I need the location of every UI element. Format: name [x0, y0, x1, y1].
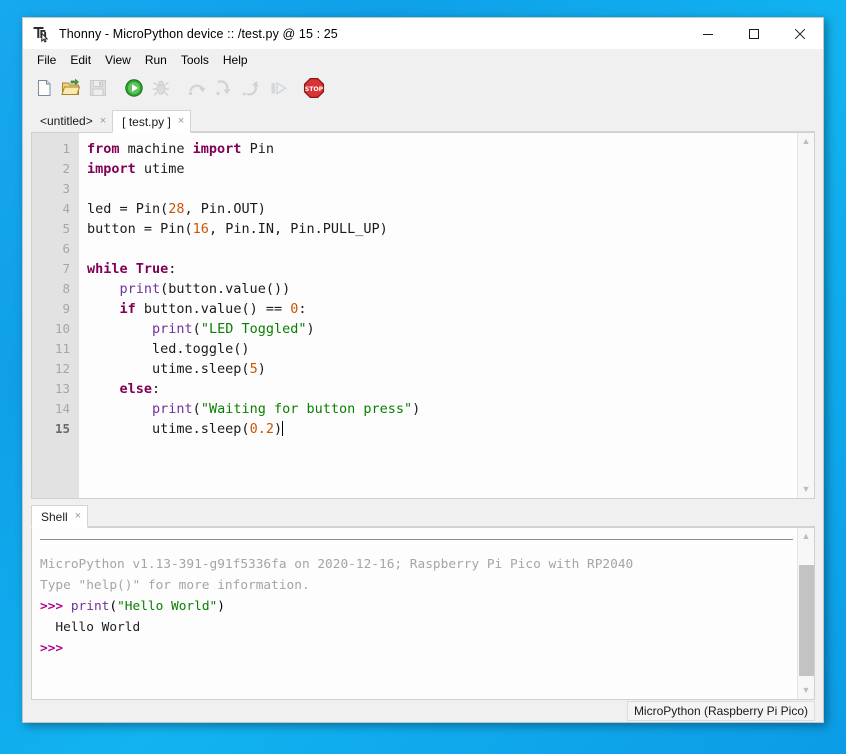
shell-line-command: >>> print("Hello World")	[40, 596, 797, 617]
code-line-9: if button.value() == 0:	[87, 299, 797, 319]
close-icon[interactable]: ×	[75, 511, 81, 522]
code-line-11: led.toggle()	[87, 339, 797, 359]
shell-line-output: Hello World	[40, 617, 797, 638]
code-line-4: led = Pin(28, Pin.OUT)	[87, 199, 797, 219]
stop-icon[interactable]: STOP	[301, 75, 326, 101]
menu-bar: File Edit View Run Tools Help	[23, 49, 823, 71]
code-editor-pane: 1 2 3 4 5 6 7 8 9 10 11 12 13 14 15 from…	[31, 132, 815, 499]
line-number-current: 15	[32, 419, 79, 439]
close-button[interactable]	[777, 19, 823, 49]
shell-line-prompt: >>>	[40, 638, 797, 659]
scroll-up-icon[interactable]: ▲	[798, 528, 815, 545]
shell-tabstrip: Shell ×	[31, 504, 815, 527]
code-line-14: print("Waiting for button press")	[87, 399, 797, 419]
minimize-button[interactable]	[685, 19, 731, 49]
close-icon[interactable]: ×	[178, 116, 184, 127]
shell-notebook: Shell × MicroPython v1.13-391-g91f5336fa…	[31, 504, 815, 700]
open-file-icon[interactable]	[58, 75, 83, 101]
code-line-3	[87, 179, 797, 199]
status-bar: MicroPython (Raspberry Pi Pico)	[23, 700, 823, 722]
step-over-icon	[184, 75, 209, 101]
thonny-app-icon	[32, 25, 50, 43]
line-number: 12	[32, 359, 79, 379]
shell-line-help: Type "help()" for more information.	[40, 575, 797, 596]
line-number: 14	[32, 399, 79, 419]
run-icon[interactable]	[121, 75, 146, 101]
shell-tab[interactable]: Shell ×	[31, 505, 88, 528]
menu-tools[interactable]: Tools	[174, 50, 216, 70]
editor-tab-testpy[interactable]: [ test.py ] ×	[112, 110, 191, 133]
code-line-12: utime.sleep(5)	[87, 359, 797, 379]
editor-tab-testpy-label: [ test.py ]	[122, 115, 171, 129]
title-bar: Thonny - MicroPython device :: /test.py …	[23, 18, 823, 49]
debug-icon	[148, 75, 173, 101]
shell-line-banner: MicroPython v1.13-391-g91f5336fa on 2020…	[40, 554, 797, 575]
line-number: 10	[32, 319, 79, 339]
code-line-7: while True:	[87, 259, 797, 279]
editor-tab-untitled-label: <untitled>	[40, 114, 93, 128]
maximize-button[interactable]	[731, 19, 777, 49]
line-number: 9	[32, 299, 79, 319]
line-number: 3	[32, 179, 79, 199]
window-controls	[685, 19, 823, 49]
shell-separator	[40, 539, 793, 540]
backend-status-label[interactable]: MicroPython (Raspberry Pi Pico)	[627, 701, 815, 721]
code-line-8: print(button.value())	[87, 279, 797, 299]
line-number: 6	[32, 239, 79, 259]
step-out-icon	[238, 75, 263, 101]
line-number: 4	[32, 199, 79, 219]
menu-file[interactable]: File	[30, 50, 63, 70]
toolbar: STOP	[23, 71, 823, 105]
line-number: 2	[32, 159, 79, 179]
step-into-icon	[211, 75, 236, 101]
editor-scroll-track[interactable]	[798, 150, 815, 481]
scroll-down-icon[interactable]: ▼	[798, 481, 815, 498]
shell-scroll-thumb[interactable]	[799, 565, 814, 676]
shell-vertical-scrollbar[interactable]: ▲ ▼	[797, 528, 814, 699]
code-line-2: import utime	[87, 159, 797, 179]
line-number-gutter: 1 2 3 4 5 6 7 8 9 10 11 12 13 14 15	[32, 133, 79, 498]
code-line-5: button = Pin(16, Pin.IN, Pin.PULL_UP)	[87, 219, 797, 239]
menu-help[interactable]: Help	[216, 50, 255, 70]
svg-text:STOP: STOP	[304, 86, 323, 93]
line-number: 1	[32, 139, 79, 159]
menu-edit[interactable]: Edit	[63, 50, 98, 70]
editor-vertical-scrollbar[interactable]: ▲ ▼	[797, 133, 814, 498]
text-cursor	[282, 421, 283, 436]
resume-icon	[265, 75, 290, 101]
window-title: Thonny - MicroPython device :: /test.py …	[59, 27, 338, 41]
editor-tabstrip: <untitled> × [ test.py ] ×	[31, 109, 815, 132]
scroll-up-icon[interactable]: ▲	[798, 133, 815, 150]
new-file-icon[interactable]	[31, 75, 56, 101]
code-line-6	[87, 239, 797, 259]
line-number: 13	[32, 379, 79, 399]
shell-text-area[interactable]: MicroPython v1.13-391-g91f5336fa on 2020…	[32, 528, 797, 699]
line-number: 11	[32, 339, 79, 359]
close-icon[interactable]: ×	[100, 116, 106, 127]
code-line-10: print("LED Toggled")	[87, 319, 797, 339]
scroll-down-icon[interactable]: ▼	[798, 682, 815, 699]
line-number: 8	[32, 279, 79, 299]
shell-scroll-track[interactable]	[798, 545, 815, 682]
editor-notebook: <untitled> × [ test.py ] × 1 2 3 4 5 6 7…	[31, 109, 815, 499]
line-number: 5	[32, 219, 79, 239]
shell-pane: MicroPython v1.13-391-g91f5336fa on 2020…	[31, 527, 815, 700]
save-file-icon	[85, 75, 110, 101]
menu-view[interactable]: View	[98, 50, 138, 70]
code-line-15: utime.sleep(0.2)	[87, 419, 797, 439]
editor-tab-untitled[interactable]: <untitled> ×	[31, 110, 112, 132]
code-text-area[interactable]: from machine import Pin import utime led…	[79, 133, 797, 498]
line-number: 7	[32, 259, 79, 279]
shell-tab-label: Shell	[41, 510, 68, 524]
menu-run[interactable]: Run	[138, 50, 174, 70]
code-line-1: from machine import Pin	[87, 139, 797, 159]
thonny-window: Thonny - MicroPython device :: /test.py …	[22, 17, 824, 723]
code-line-13: else:	[87, 379, 797, 399]
